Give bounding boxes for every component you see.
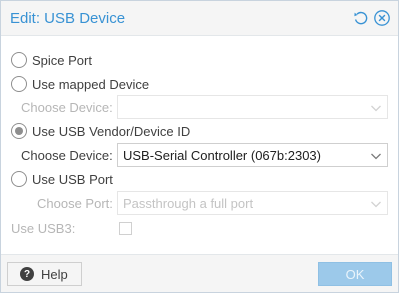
vendor-id-label: Use USB Vendor/Device ID <box>32 123 191 139</box>
ok-button-label: OK <box>345 266 365 282</box>
use-usb3-label: Use USB3: <box>11 221 76 236</box>
spice-port-radio[interactable] <box>11 52 27 68</box>
use-usb3-checkbox[interactable] <box>119 222 132 235</box>
ok-button[interactable]: OK <box>318 262 392 286</box>
usb-device-dialog: Edit: USB Device Spice Port Use mapped D… <box>0 0 399 293</box>
dialog-title: Edit: USB Device <box>10 10 126 27</box>
close-icon[interactable] <box>373 9 391 27</box>
vendor-id-option[interactable]: Use USB Vendor/Device ID <box>11 122 190 140</box>
mapped-device-label: Use mapped Device <box>32 76 150 92</box>
spice-port-option[interactable]: Spice Port <box>11 51 92 69</box>
help-button-label: Help <box>41 266 68 282</box>
question-circle-icon: ? <box>20 267 34 281</box>
chevron-down-icon[interactable] <box>369 149 383 163</box>
vendor-id-radio[interactable] <box>11 123 27 139</box>
reset-icon[interactable] <box>352 9 370 27</box>
usb-port-placeholder: Passthrough a full port <box>123 196 254 211</box>
help-button[interactable]: ? Help <box>7 262 82 286</box>
usb-port-label: Use USB Port <box>32 171 113 187</box>
mapped-device-select[interactable] <box>117 95 388 119</box>
chevron-down-icon[interactable] <box>369 101 383 115</box>
usb-port-option[interactable]: Use USB Port <box>11 170 113 188</box>
vendor-device-select[interactable]: USB-Serial Controller (067b:2303) <box>117 143 388 167</box>
usb-port-radio[interactable] <box>11 171 27 187</box>
mapped-choose-device-label: Choose Device: <box>21 100 113 115</box>
vendor-device-value: USB-Serial Controller (067b:2303) <box>123 148 321 163</box>
chevron-down-icon[interactable] <box>369 197 383 211</box>
dialog-header: Edit: USB Device <box>1 1 398 36</box>
dialog-footer: ? Help OK <box>1 254 398 292</box>
usb-port-select[interactable]: Passthrough a full port <box>117 191 388 215</box>
mapped-device-option[interactable]: Use mapped Device <box>11 75 149 93</box>
vendor-choose-device-label: Choose Device: <box>21 148 113 163</box>
spice-port-label: Spice Port <box>32 52 92 68</box>
choose-port-label: Choose Port: <box>37 196 113 211</box>
mapped-device-radio[interactable] <box>11 76 27 92</box>
